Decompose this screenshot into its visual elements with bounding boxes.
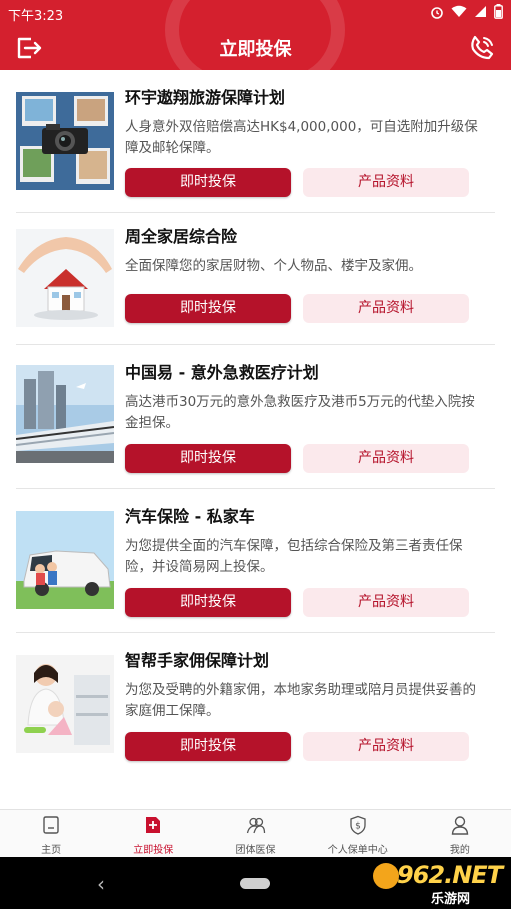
tab-label: 立即投保	[133, 845, 174, 856]
page-title: 立即投保	[219, 39, 292, 60]
buy-now-button[interactable]: 即时投保	[125, 732, 291, 761]
product-description: 高达港币30万元的意外急救医疗及港币5万元的代垫入院按金担保。	[125, 394, 475, 431]
list-item: 环宇遨翔旅游保障计划 人身意外双倍赔偿高达HK$4,000,000，可自选附加升…	[16, 70, 495, 213]
home-pill-button[interactable]	[240, 878, 270, 889]
tab-policy-center[interactable]: $ 个人保单中心	[307, 810, 409, 857]
product-info-button[interactable]: 产品资料	[303, 168, 469, 197]
product-title: 环宇遨翔旅游保障计划	[125, 88, 286, 107]
buy-now-button[interactable]: 即时投保	[125, 168, 291, 197]
home-icon	[43, 816, 59, 834]
tab-label: 个人保单中心	[327, 845, 388, 856]
list-item: 周全家居综合险 全面保障您的家居财物、个人物品、楼宇及家佣。 即时投保 产品资料	[16, 213, 495, 345]
tab-label: 主页	[41, 845, 62, 856]
tab-insure[interactable]: 立即投保	[102, 810, 204, 857]
back-chevron-icon[interactable]: ‹	[97, 872, 105, 896]
product-description: 人身意外双倍赔偿高达HK$4,000,000，可自选附加升级保障及邮轮保障。	[125, 119, 478, 156]
status-icons	[430, 4, 503, 19]
tab-group-medical[interactable]: 团体医保	[204, 810, 306, 857]
product-title: 周全家居综合险	[125, 227, 238, 246]
product-description: 为您提供全面的汽车保障，包括综合保险及第三者责任保险，并设简易网上投保。	[125, 538, 463, 575]
status-bar: 下午3:23	[0, 0, 511, 26]
signal-icon	[475, 6, 486, 17]
app-bar: 立即投保	[0, 26, 511, 70]
tab-label: 团体医保	[235, 845, 276, 856]
insure-plus-icon	[146, 817, 161, 833]
watermark-logo-icon	[373, 863, 399, 889]
status-time: 下午3:23	[8, 9, 64, 24]
product-info-button[interactable]: 产品资料	[303, 732, 469, 761]
bottom-tab-bar: 主页 立即投保 团体医保 $ 个人保单中心 我的	[0, 809, 511, 857]
product-info-button[interactable]: 产品资料	[303, 588, 469, 617]
shield-dollar-icon: $	[350, 815, 366, 835]
alarm-icon	[431, 6, 443, 19]
train-product-image	[16, 365, 114, 463]
buy-now-button[interactable]: 即时投保	[125, 294, 291, 323]
tab-home[interactable]: 主页	[0, 810, 102, 857]
buy-now-button[interactable]: 即时投保	[125, 444, 291, 473]
helper-product-image	[16, 655, 114, 753]
product-title: 智帮手家佣保障计划	[125, 651, 270, 670]
product-description: 全面保障您的家居财物、个人物品、楼宇及家佣。	[125, 258, 422, 274]
product-description: 为您及受聘的外籍家佣，本地家务助理或陪月员提供妥善的家庭佣工保障。	[125, 682, 476, 719]
list-item: 智帮手家佣保障计划 为您及受聘的外籍家佣，本地家务助理或陪月员提供妥善的家庭佣工…	[16, 633, 495, 783]
watermark-brand: 962.NET	[397, 861, 503, 889]
battery-icon	[494, 4, 503, 19]
product-info-button[interactable]: 产品资料	[303, 444, 469, 473]
group-icon	[246, 817, 265, 834]
travel-product-image	[16, 92, 114, 190]
app-header: 下午3:23 立即投保	[0, 0, 511, 70]
product-title: 汽车保险 - 私家车	[125, 507, 255, 526]
list-item: 汽车保险 - 私家车 为您提供全面的汽车保障，包括综合保险及第三者责任保险，并设…	[16, 489, 495, 633]
phone-call-icon[interactable]	[467, 33, 497, 63]
home-product-image	[16, 229, 114, 327]
product-info-button[interactable]: 产品资料	[303, 294, 469, 323]
wifi-icon	[451, 5, 467, 17]
watermark-sub: 乐游网	[431, 892, 471, 907]
person-icon	[451, 816, 469, 835]
car-product-image	[16, 511, 114, 609]
system-nav-bar: ‹ 962.NET 乐游网	[0, 857, 511, 909]
svg-text:$: $	[355, 822, 361, 832]
list-item: 中国易 - 意外急救医疗计划 高达港币30万元的意外急救医疗及港币5万元的代垫入…	[16, 345, 495, 489]
product-title: 中国易 - 意外急救医疗计划	[125, 363, 319, 382]
tab-label: 我的	[449, 845, 470, 856]
tab-mine[interactable]: 我的	[409, 810, 511, 857]
buy-now-button[interactable]: 即时投保	[125, 588, 291, 617]
watermark: 962.NET 乐游网	[373, 861, 503, 907]
product-list: 环宇遨翔旅游保障计划 人身意外双倍赔偿高达HK$4,000,000，可自选附加升…	[0, 70, 511, 783]
